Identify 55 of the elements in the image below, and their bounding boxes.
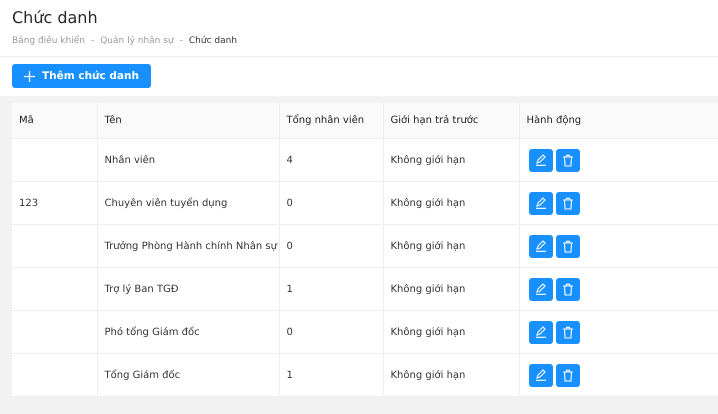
table-cell: 0 <box>279 182 383 224</box>
trash-icon <box>562 282 574 296</box>
delete-button[interactable] <box>556 278 580 300</box>
table-cell: 0 <box>279 224 383 268</box>
delete-button[interactable] <box>556 320 580 344</box>
trash-icon <box>562 154 574 166</box>
add-button[interactable]: Thêm chức danh <box>12 64 151 88</box>
table-cell: Không giới hạn <box>383 138 519 182</box>
breadcrumb-separator: - <box>90 36 94 46</box>
column-header: Hành động <box>519 103 718 138</box>
edit-button[interactable] <box>528 192 552 214</box>
delete-button[interactable] <box>556 192 580 214</box>
table-cell: Không giới hạn <box>383 268 519 310</box>
table-cell: Trợ lý Ban TGĐ <box>97 268 279 310</box>
delete-button[interactable] <box>556 364 580 386</box>
pencil-icon <box>534 326 546 338</box>
edit-button[interactable] <box>528 148 552 172</box>
pencil-icon <box>534 283 546 295</box>
column-header: Tên <box>97 103 279 138</box>
breadcrumb-separator: - <box>180 36 183 46</box>
pencil-icon <box>534 197 546 209</box>
trash-icon <box>562 368 574 382</box>
edit-button[interactable] <box>528 364 552 386</box>
page-title: Chức danh <box>12 8 99 28</box>
table-cell: Không giới hạn <box>383 224 519 268</box>
trash-icon <box>562 240 574 252</box>
delete-button[interactable] <box>556 148 580 172</box>
table-cell: Không giới hạn <box>383 354 519 396</box>
table-cell: Nhân viên <box>97 138 279 182</box>
plus-icon <box>24 70 35 82</box>
table-cell: Phó tổng Giám đốc <box>97 310 279 354</box>
delete-button[interactable] <box>556 234 580 258</box>
table-cell: Tổng Giám đốc <box>97 354 279 396</box>
edit-button[interactable] <box>528 320 552 344</box>
table-cell: Không giới hạn <box>383 182 519 224</box>
pencil-icon <box>534 240 546 252</box>
table-cell: Trưởng Phòng Hành chính Nhân sự <box>97 224 279 268</box>
pencil-icon <box>534 154 546 166</box>
table-cell: 4 <box>279 138 383 182</box>
edit-button[interactable] <box>528 234 552 258</box>
pencil-icon <box>534 369 546 381</box>
table-cell: Chuyên viên tuyển dụng <box>97 182 279 224</box>
column-header: Giới hạn trả trước <box>383 103 519 138</box>
column-header: Mã <box>12 103 97 138</box>
table-cell: 1 <box>279 354 383 396</box>
column-header: Tổng nhân viên <box>279 103 383 138</box>
breadcrumb-link[interactable]: Quản lý nhân sự <box>100 36 174 46</box>
edit-button[interactable] <box>528 278 552 300</box>
trash-icon <box>562 326 574 338</box>
breadcrumb-link[interactable]: Bảng điều khiển <box>12 36 85 46</box>
table-cell: Không giới hạn <box>383 310 519 354</box>
table-cell: 123 <box>12 182 97 224</box>
table-cell: 0 <box>279 310 383 354</box>
table-cell: 1 <box>279 268 383 310</box>
trash-icon <box>562 196 574 210</box>
